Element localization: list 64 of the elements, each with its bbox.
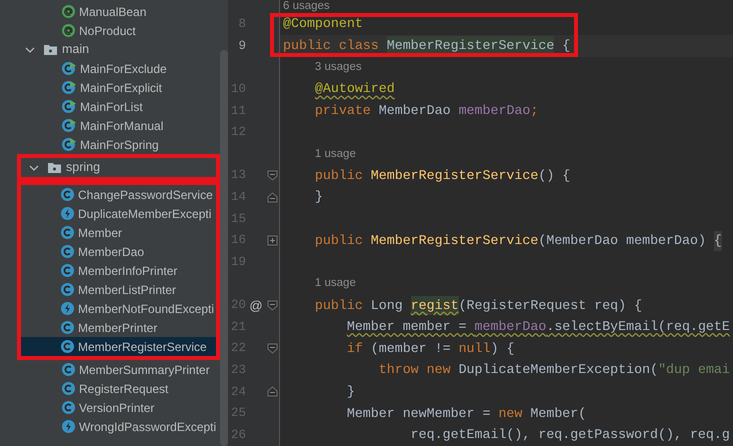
file-name: WrongIdPasswordExcepti [79, 418, 216, 436]
code-line: } [346, 382, 355, 401]
tree-item[interactable]: MemberRegisterService [21, 337, 216, 356]
tree-item[interactable]: DuplicateMemberExcepti [21, 204, 216, 223]
code-line: @Component [283, 15, 363, 34]
tree-item[interactable]: NoProduct [0, 21, 220, 40]
code-line: private MemberDao memberDao; [314, 102, 538, 120]
file-name: MemberSummaryPrinter [79, 362, 210, 378]
file-name: Member [78, 224, 122, 242]
line-number: 9 [237, 38, 246, 55]
file-name: RegisterRequest [79, 380, 168, 398]
tree-item[interactable]: MemberListPrinter [21, 280, 216, 299]
tree-item[interactable]: MainForList [0, 97, 220, 116]
file-name: MainForExplicit [80, 80, 162, 96]
tree-item[interactable]: Member [21, 223, 216, 242]
code-line: } [314, 188, 323, 206]
file-name: MemberInfoPrinter [78, 262, 178, 280]
tree-item[interactable]: ChangePasswordService [21, 185, 216, 204]
tree-item[interactable]: RegisterRequest [0, 379, 220, 398]
usages-hint[interactable]: 3 usages [314, 61, 362, 74]
file-name: MainForList [80, 98, 143, 116]
tree-item[interactable]: VersionPrinter [0, 398, 220, 417]
tree-item[interactable]: WrongIdPasswordExcepti [0, 417, 220, 436]
tree-item[interactable]: ManualBean [0, 2, 220, 21]
file-name: ManualBean [79, 4, 146, 20]
file-name: ChangePasswordService [78, 186, 213, 204]
tree-item[interactable]: MemberPrinter [21, 318, 216, 337]
file-name: DuplicateMemberExcepti [78, 206, 212, 222]
code-line: @Autowired [314, 80, 395, 98]
code-line: public Long regist(RegisterRequest req) { [283, 296, 642, 316]
file-name: MemberListPrinter [78, 282, 176, 298]
tree-item[interactable]: MemberInfoPrinter [21, 261, 216, 280]
folder-item[interactable]: spring [21, 158, 216, 177]
code-line: Member member = memberDao.selectByEmail(req.getE [346, 318, 730, 336]
file-name: VersionPrinter [79, 400, 154, 416]
folder-item[interactable]: main [0, 40, 220, 59]
file-name: MemberDao [78, 244, 144, 260]
override-marker[interactable]: @ [249, 296, 263, 316]
code-line: req.getEmail(), req.getPassword(), req.g [410, 426, 730, 444]
code-line: Member newMember = new Member( [346, 404, 586, 423]
file-name: MainForManual [80, 118, 164, 134]
tree-item[interactable]: MainForSpring [0, 135, 220, 154]
usages-hint[interactable]: 1 usage [314, 277, 356, 290]
file-name: MemberNotFoundExcepti [78, 300, 214, 318]
code-line: if (member != null) { [346, 340, 514, 358]
code-line: public MemberRegisterService() { [314, 166, 570, 185]
file-name: MainForExclude [80, 60, 167, 78]
usages-hint[interactable]: 6 usages [283, 0, 330, 13]
tree-item[interactable]: MemberNotFoundExcepti [21, 299, 216, 318]
tree-item[interactable]: MainForExplicit [0, 78, 220, 97]
code-line: public MemberRegisterService(MemberDao memberDao) { [283, 230, 722, 251]
file-name: MemberRegisterService [78, 338, 207, 356]
folder-name: spring [66, 159, 100, 176]
tree-item[interactable]: MemberSummaryPrinter [0, 360, 220, 379]
code-line: public class MemberRegisterService { [283, 36, 570, 56]
code-line: throw new DuplicateMemberException("dup emai [378, 361, 730, 380]
tree-item[interactable]: MainForExclude [0, 59, 220, 78]
file-name: MainForSpring [80, 136, 159, 154]
usages-hint[interactable]: 1 usage [314, 148, 356, 161]
file-name: NoProduct [79, 22, 136, 40]
tree-item[interactable]: MainForManual [0, 116, 220, 135]
folder-name: main [62, 41, 90, 58]
tree-item[interactable]: MemberDao [21, 242, 216, 261]
file-name: MemberPrinter [78, 320, 158, 336]
